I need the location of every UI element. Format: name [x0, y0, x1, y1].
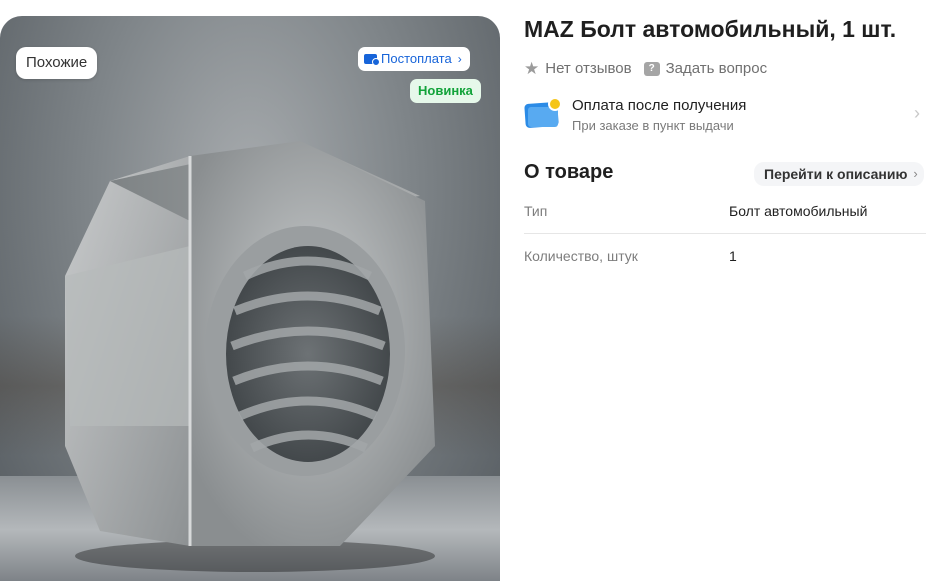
- ask-question-link[interactable]: ? Задать вопрос: [643, 60, 768, 77]
- payment-cards-icon: [524, 96, 562, 134]
- spec-key: Количество, штук: [524, 248, 638, 264]
- spec-value: Болт автомобильный: [729, 203, 868, 219]
- postpay-badge-label: Постоплата: [381, 51, 452, 66]
- go-to-description-button[interactable]: Перейти к описанию ›: [754, 162, 924, 186]
- spec-divider: [524, 233, 926, 234]
- chevron-right-icon: ›: [457, 52, 462, 66]
- payment-after-receipt-row[interactable]: Оплата после получения При заказе в пунк…: [524, 93, 926, 137]
- spec-row: Количество, штук 1: [524, 248, 926, 293]
- go-to-description-label: Перейти к описанию: [764, 166, 908, 182]
- reviews-link[interactable]: ★ Нет отзывов: [524, 60, 632, 77]
- product-meta: ★ Нет отзывов ? Задать вопрос: [524, 60, 767, 77]
- hex-nut-image: [65, 141, 435, 572]
- card-icon: [364, 54, 380, 66]
- spec-value: 1: [729, 248, 737, 264]
- question-icon: ?: [643, 61, 660, 76]
- product-image[interactable]: Похожие Постоплата › Новинка: [0, 16, 500, 581]
- product-page: Похожие Постоплата › Новинка MAZ Болт ав…: [0, 0, 926, 581]
- payment-subtitle: При заказе в пункт выдачи: [572, 117, 734, 133]
- about-section-title: О товаре: [524, 161, 614, 183]
- new-badge: Новинка: [410, 79, 481, 103]
- reviews-label: Нет отзывов: [545, 60, 632, 77]
- chevron-right-icon: ›: [914, 103, 920, 123]
- product-title: MAZ Болт автомобильный, 1 шт.: [524, 16, 897, 42]
- ask-question-label: Задать вопрос: [665, 60, 768, 77]
- spec-row: Тип Болт автомобильный: [524, 203, 926, 248]
- star-icon: ★: [524, 59, 540, 78]
- chevron-right-icon: ›: [913, 166, 918, 181]
- postpay-badge[interactable]: Постоплата ›: [358, 47, 470, 71]
- spec-key: Тип: [524, 203, 548, 219]
- similar-button[interactable]: Похожие: [16, 47, 98, 79]
- payment-title: Оплата после получения: [572, 96, 747, 114]
